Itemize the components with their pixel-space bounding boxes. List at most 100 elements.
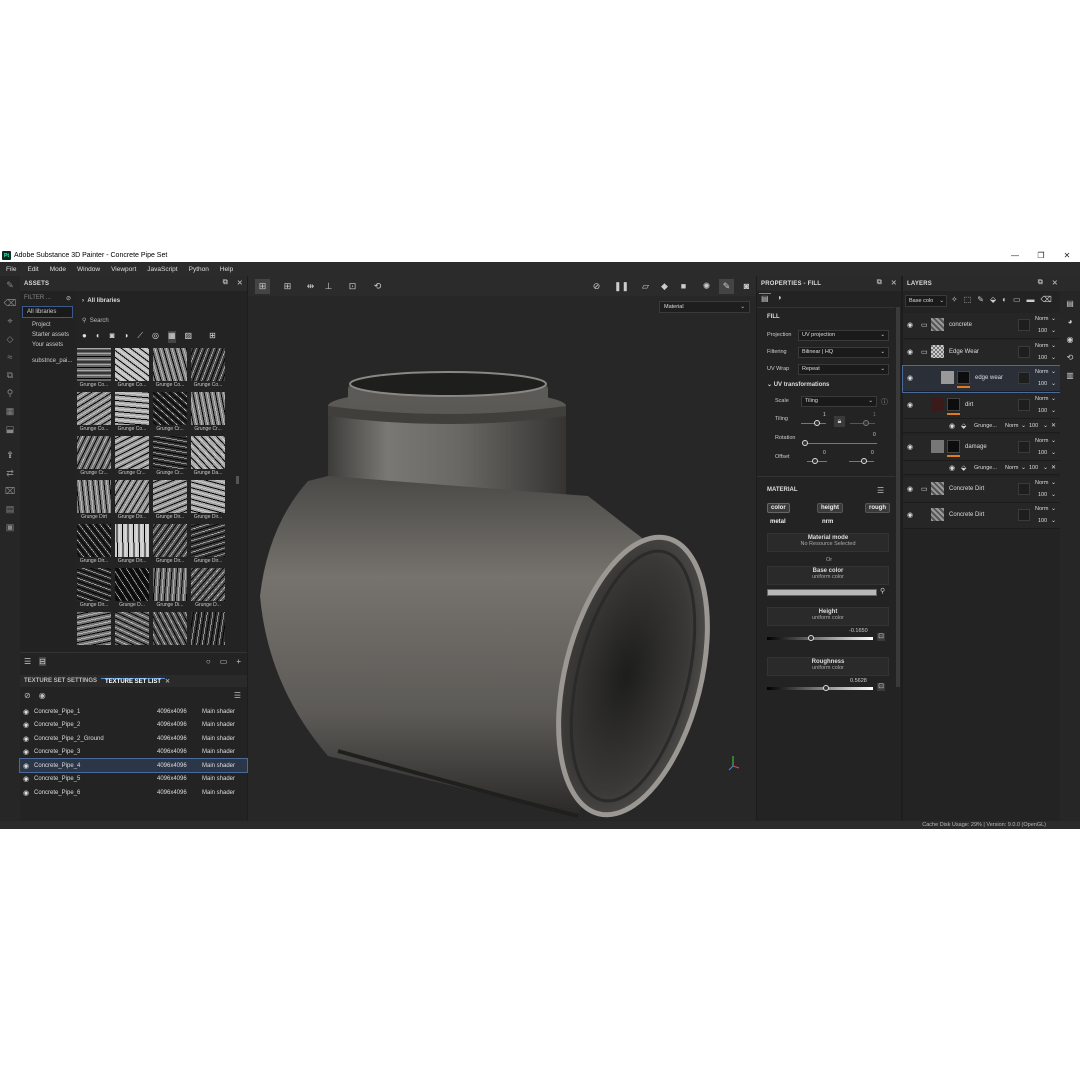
uvwrap-select[interactable]: Repeat ⌄ bbox=[798, 364, 889, 375]
effect-blend[interactable]: Norm bbox=[1005, 423, 1018, 429]
shader-dock-icon[interactable]: ◉ bbox=[1060, 331, 1080, 349]
eye-icon[interactable]: ◉ bbox=[20, 708, 32, 716]
smudge-icon[interactable]: ≈ bbox=[0, 348, 20, 366]
channel-select[interactable]: Base colo ⌄ bbox=[905, 295, 947, 307]
effect-opacity[interactable]: 100 bbox=[1029, 465, 1038, 471]
texture-set-row[interactable]: ◉ Concrete_Pipe_3 4096x4096 Main shader bbox=[20, 746, 247, 759]
offset-knob-a[interactable] bbox=[812, 458, 818, 464]
add-fill-layer-icon[interactable]: ⬙ bbox=[990, 295, 996, 304]
menu-mode[interactable]: Mode bbox=[50, 266, 66, 273]
material-tab-icon[interactable]: ◑ bbox=[777, 293, 782, 303]
layer-row[interactable]: ◉ damage Norm ⌄ 100 ⌄ bbox=[903, 435, 1060, 461]
history-icon[interactable]: ⟲ bbox=[370, 279, 385, 294]
breadcrumb[interactable]: › All libraries bbox=[82, 298, 120, 304]
layer-row[interactable]: ◉ ▭ Concrete Dirt Norm ⌄ 100 ⌄ bbox=[903, 477, 1060, 503]
projection-icon[interactable]: ⌖ bbox=[0, 312, 20, 330]
eye-icon[interactable]: ◉ bbox=[20, 775, 32, 783]
close-panel-icon[interactable]: ✕ bbox=[891, 279, 897, 287]
lib-substance-painter[interactable]: substnce_pai... bbox=[20, 356, 75, 366]
video-icon[interactable]: ■ bbox=[676, 279, 691, 294]
rotation-knob[interactable] bbox=[802, 440, 808, 446]
blend-mode[interactable]: Norm bbox=[1035, 343, 1048, 349]
cube-icon[interactable]: ◆ bbox=[657, 279, 672, 294]
asset-thumbnail[interactable]: Grunge Cr... bbox=[153, 436, 187, 479]
asset-thumbnail[interactable]: Grunge Dir... bbox=[153, 524, 187, 567]
texture-set-row[interactable]: ◉ Concrete_Pipe_2_Ground 4096x4096 Main sha… bbox=[20, 732, 247, 745]
asset-thumbnail[interactable]: Grunge Co... bbox=[191, 348, 225, 391]
base-color-card[interactable]: Base color uniform color bbox=[767, 566, 889, 585]
asset-thumbnail[interactable]: Grunge Da... bbox=[191, 436, 225, 479]
eye-icon[interactable]: ◉ bbox=[949, 464, 955, 472]
add-paint-layer-icon[interactable]: ✎ bbox=[977, 295, 984, 304]
texture-set-row[interactable]: ◉ Concrete_Pipe_2 4096x4096 Main shader bbox=[20, 719, 247, 732]
brush-filter-icon[interactable]: ⟋ bbox=[137, 331, 143, 343]
asset-thumbnail[interactable]: Grunge Co... bbox=[153, 348, 187, 391]
asset-thumbnail[interactable]: Grunge Dir... bbox=[115, 480, 149, 523]
grid-view-icon[interactable]: ⊞ bbox=[209, 331, 216, 343]
material-filter-icon[interactable]: ● bbox=[82, 331, 87, 343]
layer-opacity[interactable]: 100 bbox=[1038, 450, 1047, 456]
asset-thumbnail[interactable]: Grunge Cr... bbox=[77, 436, 111, 479]
asset-thumbnail[interactable]: Grunge Co... bbox=[77, 392, 111, 435]
eye-icon[interactable]: ◉ bbox=[20, 735, 32, 743]
material-mode-card[interactable]: Material mode No Resource Selected bbox=[767, 533, 889, 552]
menu-icon[interactable]: ☰ bbox=[234, 691, 241, 700]
asset-thumbnail[interactable]: Grunge Dirt bbox=[77, 480, 111, 523]
eraser-icon[interactable]: ⌫ bbox=[0, 294, 20, 312]
eye-icon[interactable]: ◉ bbox=[20, 748, 32, 756]
filtering-select[interactable]: Bilinear | HQ ⌄ bbox=[798, 347, 889, 358]
add-group-icon[interactable]: ▭ bbox=[1013, 295, 1021, 304]
channel-color[interactable]: color bbox=[767, 503, 790, 513]
asset-thumbnail[interactable] bbox=[153, 612, 187, 653]
lib-all-libraries[interactable]: All libraries bbox=[22, 306, 73, 318]
remove-effect-icon[interactable]: ✕ bbox=[1051, 422, 1056, 429]
uv-transformations-toggle[interactable]: ⌄ UV transformations bbox=[767, 381, 829, 388]
effect-opacity[interactable]: 100 bbox=[1029, 423, 1038, 429]
align-icon[interactable]: ⊥ bbox=[321, 279, 336, 294]
menu-viewport[interactable]: Viewport bbox=[111, 266, 136, 273]
layer-row[interactable]: ◉ Concrete Dirt Norm ⌄ 100 ⌄ bbox=[903, 503, 1060, 529]
texture-set-row[interactable]: ◉ Concrete_Pipe_5 4096x4096 Main shader bbox=[20, 773, 247, 786]
properties-scrollbar[interactable] bbox=[896, 307, 900, 687]
blend-mode[interactable]: Norm bbox=[1035, 480, 1048, 486]
lib-your-assets[interactable]: Your assets bbox=[20, 340, 75, 350]
visibility-toggle-icon[interactable]: ⊘ bbox=[24, 691, 31, 700]
layers-dock-icon[interactable]: ▤ bbox=[1060, 295, 1080, 313]
image-filter-icon[interactable]: ▨ bbox=[185, 331, 193, 343]
layer-opacity[interactable]: 100 bbox=[1038, 381, 1047, 387]
offset-knob-b[interactable] bbox=[861, 458, 867, 464]
eye-icon[interactable]: ◉ bbox=[907, 443, 913, 451]
eye-icon[interactable]: ◉ bbox=[907, 374, 913, 382]
height-texture-icon[interactable]: ⊡ bbox=[877, 633, 885, 641]
bake-icon[interactable]: ⬓ bbox=[0, 420, 20, 438]
eye-icon[interactable]: ◉ bbox=[20, 762, 32, 770]
shader-filter-icon[interactable]: ◑ bbox=[124, 331, 129, 343]
asset-thumbnail[interactable]: Grunge Dir... bbox=[115, 524, 149, 567]
popout-icon[interactable]: ⧉ bbox=[223, 279, 228, 287]
texture-set-dock-icon[interactable]: ◕ bbox=[1060, 313, 1080, 331]
effect-blend[interactable]: Norm bbox=[1005, 465, 1018, 471]
paint-brush-icon[interactable]: ✎ bbox=[0, 276, 20, 294]
library-icon[interactable]: ▣ bbox=[0, 518, 20, 536]
close-tab-icon[interactable]: ✕ bbox=[165, 678, 170, 685]
rotation-slider[interactable] bbox=[805, 443, 877, 444]
asset-thumbnail[interactable] bbox=[77, 612, 111, 653]
layer-opacity[interactable]: 100 bbox=[1038, 518, 1047, 524]
lib-project[interactable]: Project bbox=[20, 320, 75, 330]
roughness-card[interactable]: Roughness uniform color bbox=[767, 657, 889, 676]
layer-row[interactable]: ◉ ▭ concrete Norm ⌄ 100 ⌄ bbox=[903, 313, 1060, 339]
channel-metal[interactable]: metal bbox=[767, 518, 789, 528]
asset-thumbnail[interactable] bbox=[191, 612, 225, 653]
texture-set-row[interactable]: ◉ Concrete_Pipe_6 4096x4096 Main shader bbox=[20, 786, 247, 799]
asset-thumbnail[interactable]: Grunge Dir... bbox=[77, 568, 111, 611]
geometry-mask-icon[interactable]: ◇ bbox=[0, 330, 20, 348]
share-icon[interactable]: ⇄ bbox=[0, 464, 20, 482]
screenshot-icon[interactable]: ◙ bbox=[739, 279, 754, 294]
layer-row[interactable]: ◉ dirt Norm ⌄ 100 ⌄ bbox=[903, 393, 1060, 419]
search-input[interactable]: ⚲ Search bbox=[82, 315, 242, 326]
asset-thumbnail[interactable]: Grunge Cr... bbox=[115, 436, 149, 479]
eye-icon[interactable]: ◉ bbox=[20, 789, 32, 797]
asset-thumbnail[interactable]: Grunge Cr... bbox=[153, 392, 187, 435]
menu-python[interactable]: Python bbox=[189, 266, 209, 273]
asset-thumbnail[interactable]: Grunge Co... bbox=[115, 348, 149, 391]
